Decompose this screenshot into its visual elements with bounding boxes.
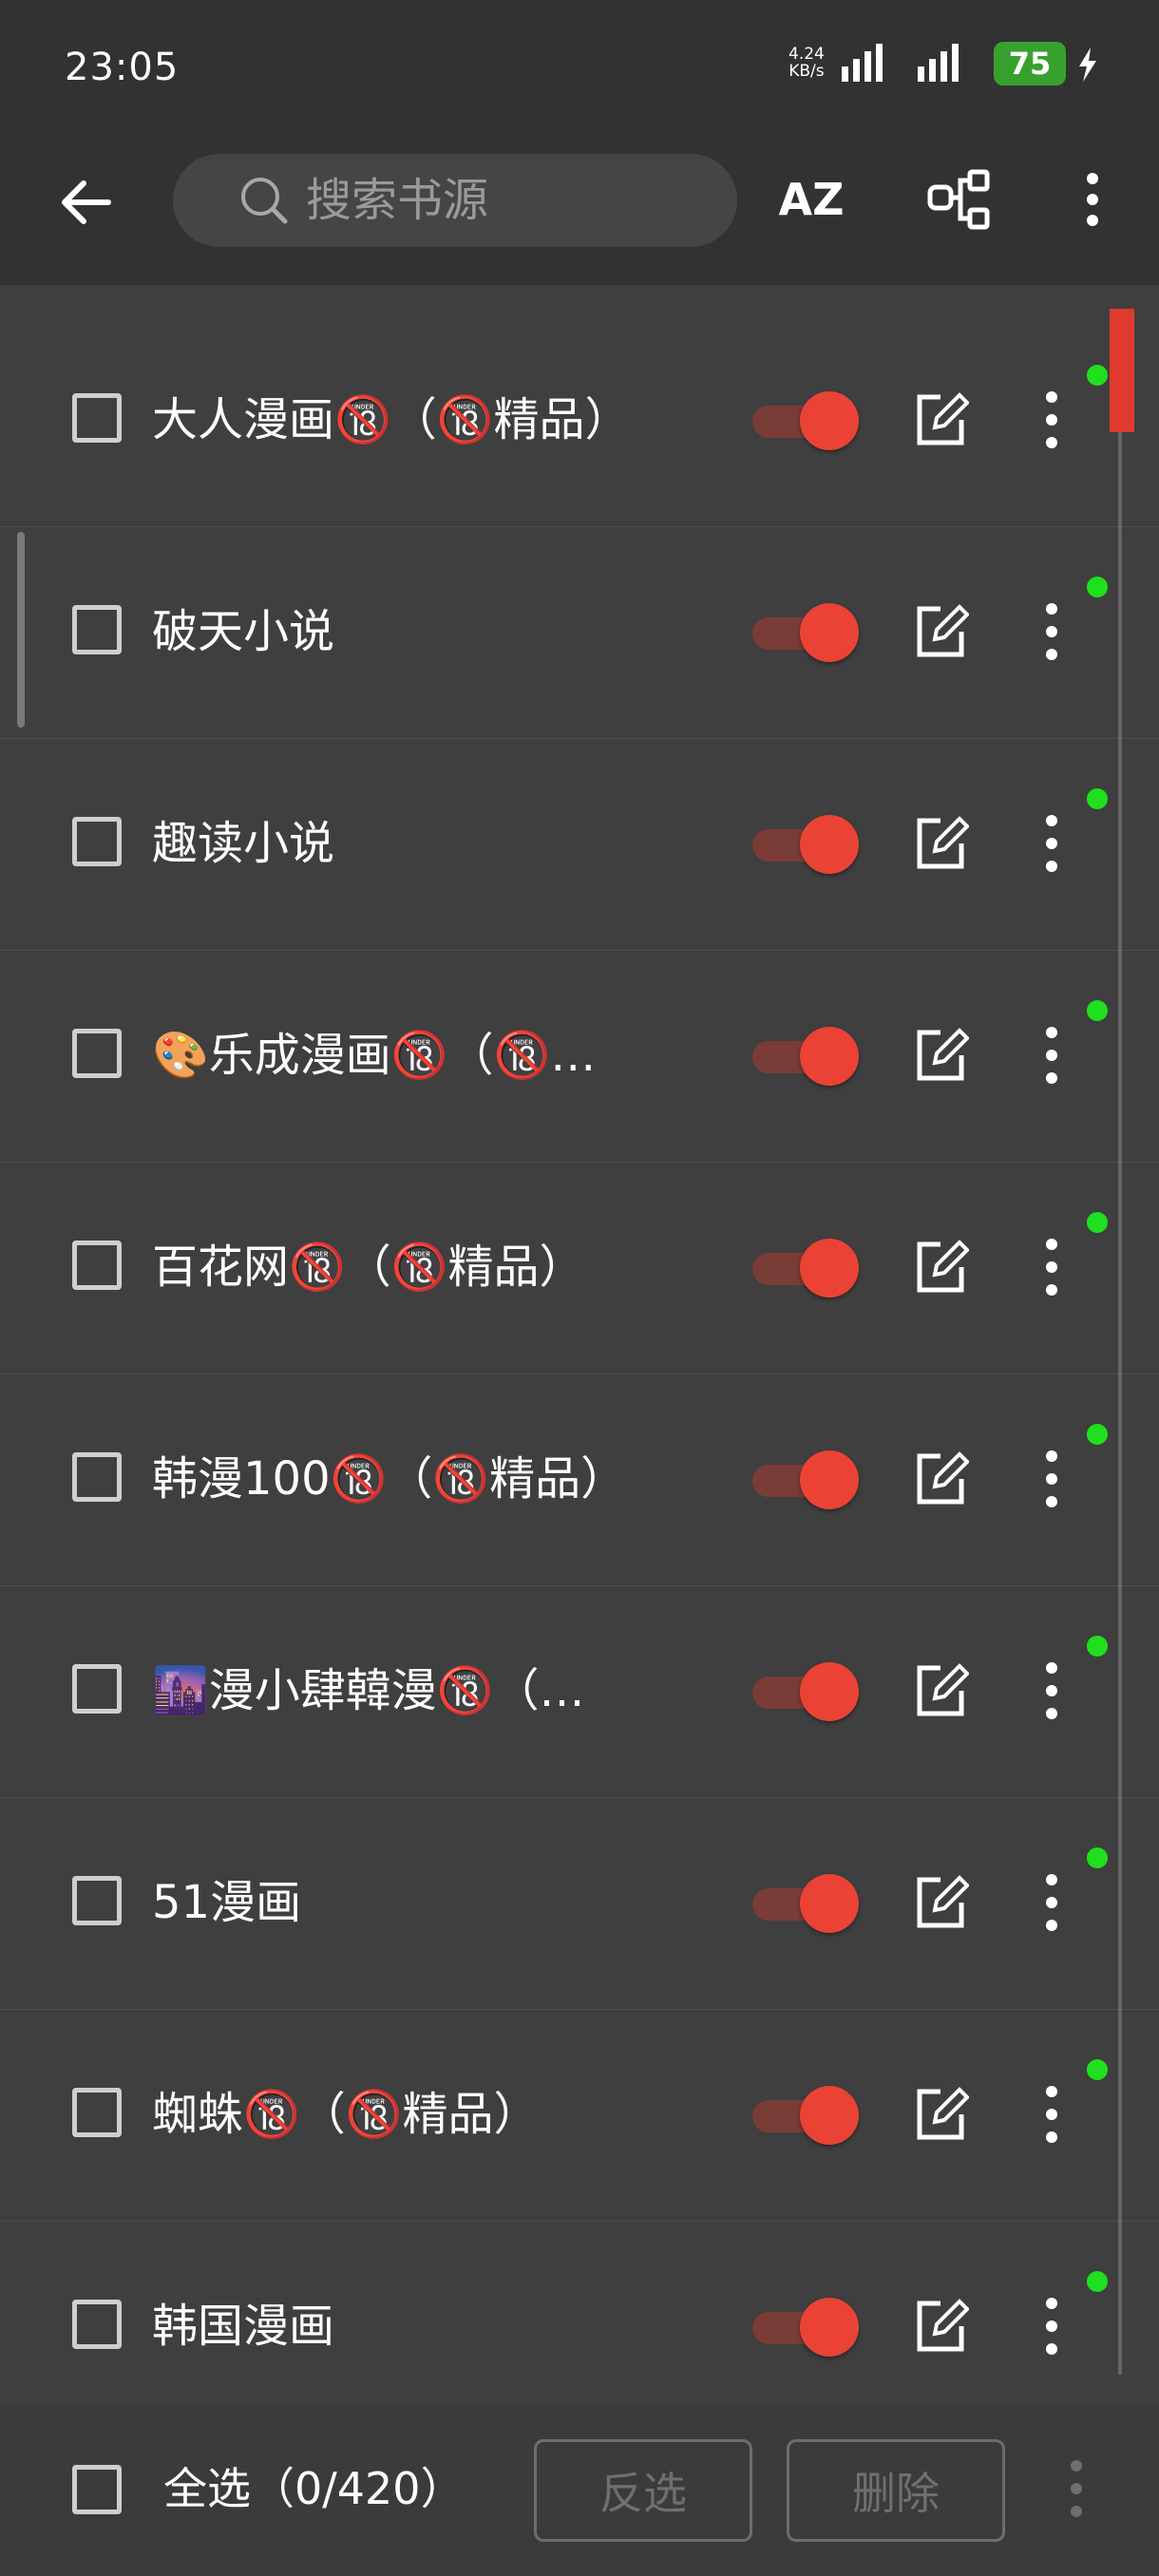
battery-indicator: 75 xyxy=(994,42,1066,85)
edit-icon[interactable] xyxy=(912,1874,969,1931)
status-dot xyxy=(1087,788,1108,809)
source-name: 🌆漫小肆韓漫🔞（… xyxy=(152,1664,585,1717)
group-button[interactable] xyxy=(922,161,998,237)
select-all-label[interactable]: 全选（0/420） xyxy=(163,2453,465,2525)
edit-icon[interactable] xyxy=(912,1450,969,1507)
select-all-checkbox[interactable] xyxy=(72,2465,122,2514)
bottom-action-bar: 全选（0/420） 反选 删除 xyxy=(0,2403,1159,2576)
more-vert-icon[interactable] xyxy=(1037,1025,1066,1086)
status-dot xyxy=(1087,365,1108,386)
enable-toggle[interactable] xyxy=(752,1662,859,1721)
edit-icon[interactable] xyxy=(912,1662,969,1719)
status-dot xyxy=(1087,577,1108,597)
enable-toggle[interactable] xyxy=(752,2086,859,2145)
more-vert-icon[interactable] xyxy=(1062,2458,1091,2519)
source-list: 大人漫画🔞（🔞精品） 破天小说 趣读小说 🎨乐成漫画🔞（🔞… 百花网🔞（🔞精品） xyxy=(0,315,1159,2434)
list-item[interactable]: 🌆漫小肆韓漫🔞（… xyxy=(0,1586,1159,1798)
item-checkbox[interactable] xyxy=(72,2300,122,2349)
more-vert-icon[interactable] xyxy=(1037,1237,1066,1297)
enable-toggle[interactable] xyxy=(752,1027,859,1086)
more-vert-icon[interactable] xyxy=(1037,813,1066,874)
enable-toggle[interactable] xyxy=(752,1239,859,1297)
source-name: 51漫画 xyxy=(152,1876,302,1929)
search-icon xyxy=(241,178,288,224)
clock: 23:05 xyxy=(65,46,180,89)
source-name: 趣读小说 xyxy=(152,817,335,870)
source-name: 韩国漫画 xyxy=(152,2300,335,2353)
sort-az-button[interactable]: AZ xyxy=(773,161,849,237)
edit-icon[interactable] xyxy=(912,603,969,660)
more-vert-icon[interactable] xyxy=(1037,1872,1066,1933)
status-dot xyxy=(1087,1424,1108,1445)
back-arrow-icon[interactable] xyxy=(53,169,120,236)
more-vert-icon[interactable] xyxy=(1037,1449,1066,1509)
search-field[interactable] xyxy=(173,154,737,247)
item-checkbox[interactable] xyxy=(72,1664,122,1714)
source-name: 韩漫100🔞（🔞精品） xyxy=(152,1452,627,1506)
enable-toggle[interactable] xyxy=(752,391,859,450)
edit-icon[interactable] xyxy=(912,391,969,448)
scrollbar-thumb[interactable] xyxy=(1110,309,1134,432)
scrollbar-track[interactable] xyxy=(1118,313,1122,2375)
more-menu-button[interactable] xyxy=(1054,161,1130,237)
toolbar: AZ xyxy=(0,133,1159,285)
item-checkbox[interactable] xyxy=(72,817,122,866)
invert-selection-button[interactable]: 反选 xyxy=(534,2439,752,2542)
item-checkbox[interactable] xyxy=(72,1452,122,1502)
item-checkbox[interactable] xyxy=(72,1241,122,1290)
list-item[interactable]: 大人漫画🔞（🔞精品） xyxy=(0,315,1159,527)
delete-button[interactable]: 删除 xyxy=(787,2439,1005,2542)
signal-icon xyxy=(842,44,883,82)
source-name: 🎨乐成漫画🔞（🔞… xyxy=(152,1029,597,1082)
list-item[interactable]: 🎨乐成漫画🔞（🔞… xyxy=(0,951,1159,1163)
more-vert-icon[interactable] xyxy=(1037,389,1066,450)
status-dot xyxy=(1087,1636,1108,1657)
more-vert-icon[interactable] xyxy=(1037,2084,1066,2145)
source-name: 蜘蛛🔞（🔞精品） xyxy=(152,2088,540,2141)
edit-icon[interactable] xyxy=(912,815,969,872)
fast-scroll-handle[interactable] xyxy=(17,532,25,728)
item-checkbox[interactable] xyxy=(72,605,122,654)
group-icon xyxy=(927,169,990,230)
edit-icon[interactable] xyxy=(912,2298,969,2355)
search-input[interactable] xyxy=(304,173,688,228)
more-vert-icon[interactable] xyxy=(1037,2296,1066,2357)
sort-az-label: AZ xyxy=(778,174,845,225)
enable-toggle[interactable] xyxy=(752,815,859,874)
enable-toggle[interactable] xyxy=(752,1450,859,1509)
status-dot xyxy=(1087,2271,1108,2292)
edit-icon[interactable] xyxy=(912,2086,969,2143)
list-item[interactable]: 蜘蛛🔞（🔞精品） xyxy=(0,2010,1159,2222)
enable-toggle[interactable] xyxy=(752,1874,859,1933)
enable-toggle[interactable] xyxy=(752,2298,859,2357)
status-dot xyxy=(1087,2059,1108,2080)
item-checkbox[interactable] xyxy=(72,1029,122,1078)
status-dot xyxy=(1087,1847,1108,1868)
status-bar: 23:05 4.24 KB/s 75 xyxy=(0,0,1159,133)
item-checkbox[interactable] xyxy=(72,2088,122,2137)
more-vert-icon[interactable] xyxy=(1037,1660,1066,1721)
list-item[interactable]: 破天小说 xyxy=(0,527,1159,739)
edit-icon[interactable] xyxy=(912,1027,969,1084)
edit-icon[interactable] xyxy=(912,1239,969,1296)
network-speed: 4.24 KB/s xyxy=(788,45,825,81)
item-checkbox[interactable] xyxy=(72,393,122,443)
source-name: 大人漫画🔞（🔞精品） xyxy=(152,393,631,446)
item-checkbox[interactable] xyxy=(72,1876,122,1925)
list-item[interactable]: 百花网🔞（🔞精品） xyxy=(0,1163,1159,1374)
status-dot xyxy=(1087,1212,1108,1233)
enable-toggle[interactable] xyxy=(752,603,859,662)
more-vert-icon xyxy=(1087,173,1098,226)
list-item[interactable]: 51漫画 xyxy=(0,1798,1159,2010)
list-item[interactable]: 韩国漫画 xyxy=(0,2222,1159,2434)
source-name: 破天小说 xyxy=(152,605,335,658)
signal-icon xyxy=(918,44,959,82)
list-item[interactable]: 趣读小说 xyxy=(0,739,1159,951)
list-item[interactable]: 韩漫100🔞（🔞精品） xyxy=(0,1374,1159,1586)
status-dot xyxy=(1087,1000,1108,1021)
charging-icon xyxy=(1079,47,1096,82)
more-vert-icon[interactable] xyxy=(1037,601,1066,662)
source-name: 百花网🔞（🔞精品） xyxy=(152,1241,585,1294)
